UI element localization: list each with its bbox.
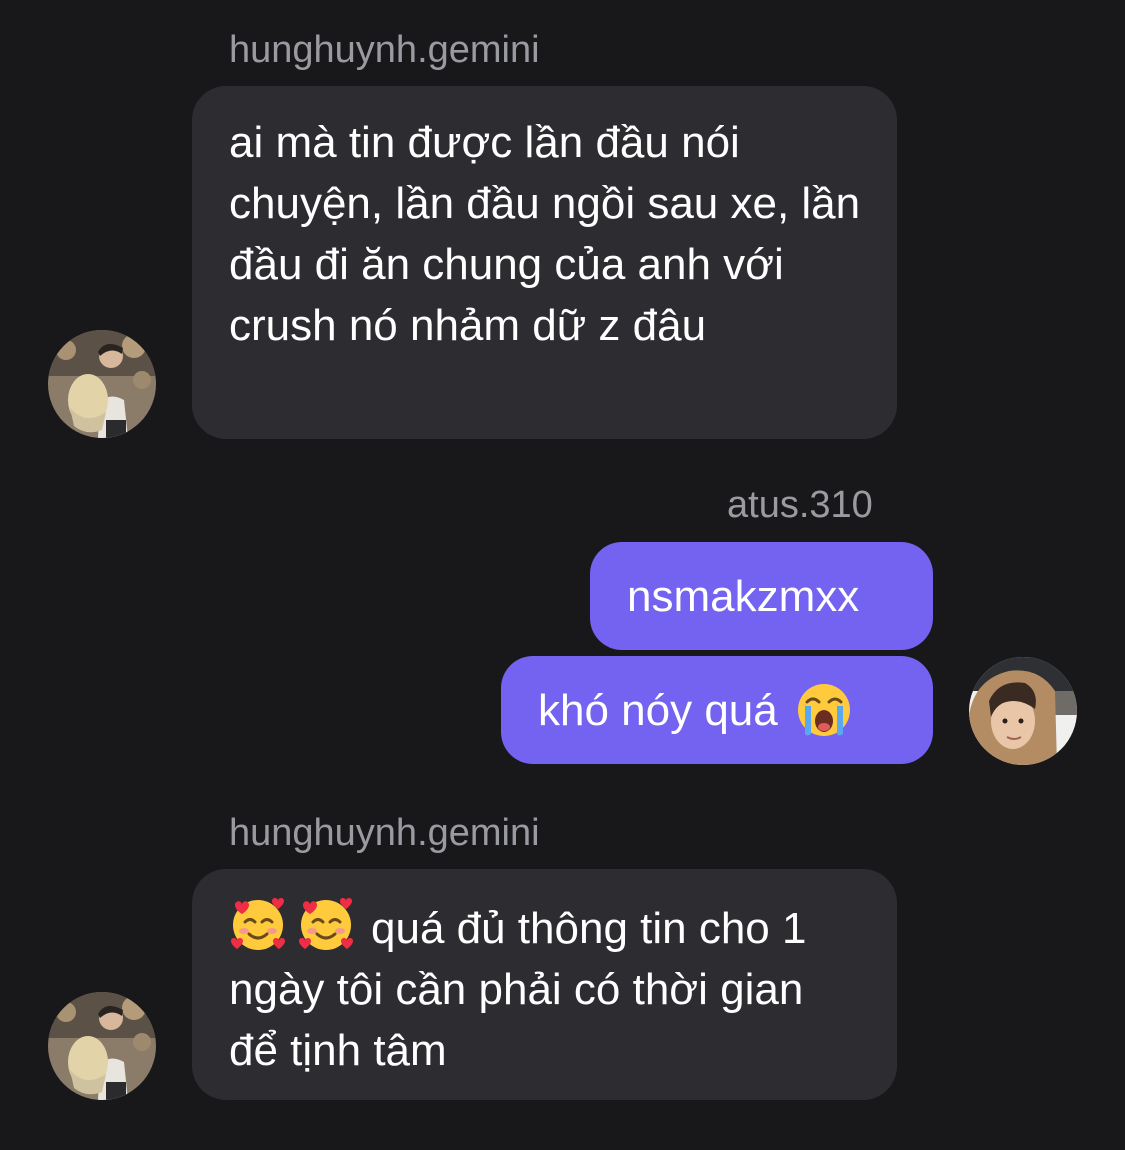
avatar-atus-icon[interactable] — [969, 657, 1077, 765]
message-bubble-incoming[interactable]: quá đủ thông tin cho 1 ngày tôi cần phải… — [192, 869, 897, 1100]
sender-name: hunghuynh.gemini — [229, 812, 540, 854]
sender-name: hunghuynh.gemini — [229, 29, 540, 71]
loudly-crying-face-icon — [796, 682, 852, 738]
message-bubble-incoming[interactable]: ai mà tin được lần đầu nói chuyện, lần đ… — [192, 86, 897, 439]
smiling-face-with-hearts-icon — [229, 895, 287, 953]
sender-name: atus.310 — [727, 484, 873, 526]
message-bubble-outgoing[interactable]: nsmakzmxx — [590, 542, 933, 650]
avatar-hunghuynh-icon[interactable] — [48, 992, 156, 1100]
message-text: khó nóy quá — [538, 685, 778, 735]
avatar-hunghuynh-icon[interactable] — [48, 330, 156, 438]
smiling-face-with-hearts-icon — [297, 895, 355, 953]
message-bubble-outgoing[interactable]: khó nóy quá — [501, 656, 933, 764]
message-text: nsmakzmxx — [627, 571, 860, 621]
message-text: ai mà tin được lần đầu nói chuyện, lần đ… — [229, 118, 861, 350]
